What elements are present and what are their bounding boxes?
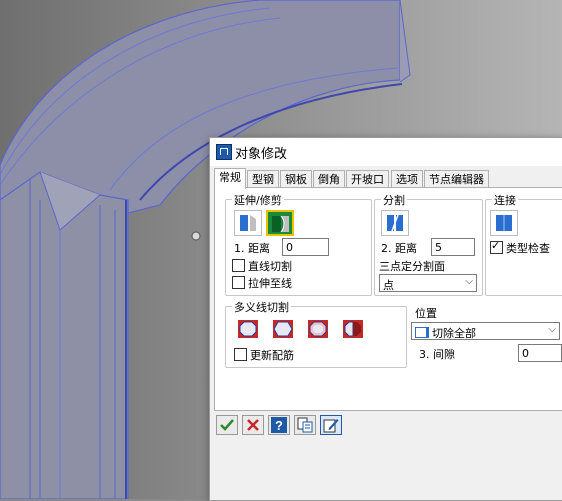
chevron-down-icon: ⌵ <box>465 276 473 287</box>
help-button[interactable]: ? <box>268 415 290 435</box>
copy-document-icon <box>297 417 313 433</box>
octagon-inner-cut-icon <box>308 320 328 338</box>
apply-button[interactable] <box>216 415 238 435</box>
connect-icon <box>496 215 512 231</box>
polyline-cut-tool-1[interactable] <box>234 316 262 342</box>
app-icon <box>216 144 232 160</box>
gap-input[interactable] <box>518 344 562 362</box>
tab-chamfer[interactable]: 倒角 <box>313 170 345 188</box>
svg-text:?: ? <box>275 418 283 433</box>
dialog-title: 对象修改 <box>235 147 288 162</box>
extend-trim-group: 延伸/修剪 1. 距离 直线切割 拉伸至 <box>225 192 372 296</box>
connect-group: 连接 类型检查 <box>485 192 562 296</box>
copy-properties-button[interactable] <box>294 415 316 435</box>
straight-cut-checkbox[interactable]: 直线切割 <box>232 258 292 274</box>
tab-options[interactable]: 选项 <box>391 170 423 188</box>
split-point-select[interactable]: 点 ⌵ <box>379 274 477 292</box>
extend-trim-label: 延伸/修剪 <box>232 192 284 208</box>
grip-handle[interactable] <box>191 231 201 241</box>
octagon-cut-icon <box>238 320 258 338</box>
column[interactable] <box>0 171 129 499</box>
tab-bevel[interactable]: 开坡口 <box>346 170 389 188</box>
position-label: 位置 <box>415 307 437 320</box>
type-check-checkbox-box[interactable] <box>490 239 503 254</box>
tab-profile-steel[interactable]: 型钢 <box>247 170 279 188</box>
update-rebar-checkbox[interactable]: 更新配筋 <box>234 347 294 363</box>
trim-tool-button[interactable] <box>266 210 294 236</box>
gap-label: 3. 间隙 <box>419 348 455 361</box>
position-select-text: 切除全部 <box>432 327 476 340</box>
trim-icon <box>272 215 289 233</box>
split-distance-input[interactable] <box>431 238 475 256</box>
polyline-cut-tool-2[interactable] <box>269 316 297 342</box>
split-group: 分割 2. 距离 三点定分割面 点 ⌵ <box>374 192 483 296</box>
connect-tool-button[interactable] <box>490 210 518 236</box>
update-rebar-checkbox-box[interactable] <box>234 348 247 361</box>
extend-tool-button[interactable] <box>234 210 262 236</box>
polyline-cut-group: 多义线切割 更新配筋 <box>225 299 407 368</box>
half-octagon-cut-icon <box>343 320 363 338</box>
split-label: 分割 <box>381 192 407 208</box>
polyline-cut-tool-4[interactable] <box>339 316 367 342</box>
connect-label: 连接 <box>492 192 518 208</box>
type-check-checkbox[interactable]: 类型检查 <box>490 239 550 256</box>
split-point-value: 点 <box>383 279 394 292</box>
general-tab-panel: 延伸/修剪 1. 距离 直线切割 拉伸至 <box>214 187 562 411</box>
distance-label-2: 2. 距离 <box>381 242 417 255</box>
extend-to-line-checkbox-box[interactable] <box>232 276 245 289</box>
polyline-cut-tool-3[interactable] <box>304 316 332 342</box>
help-icon: ? <box>271 417 287 433</box>
cut-all-icon <box>415 327 429 338</box>
chevron-down-icon: ⌵ <box>548 324 556 335</box>
dialog-titlebar[interactable]: 对象修改 <box>210 138 562 166</box>
tab-general[interactable]: 常规 <box>214 168 246 189</box>
trim-distance-input[interactable] <box>282 238 329 256</box>
hexagon-cut-icon <box>273 320 293 338</box>
checkmark-icon <box>220 419 234 431</box>
position-select-value: 切除全部 <box>415 325 476 341</box>
pencil-edit-icon <box>323 419 339 433</box>
object-modify-dialog: 对象修改 常规 型钢 钢板 倒角 开坡口 选项 节点编辑器 延伸/修剪 1. 距… <box>209 137 562 501</box>
edit-button[interactable] <box>320 415 342 435</box>
split-icon <box>387 214 403 232</box>
cancel-x-icon <box>247 419 259 431</box>
extend-to-line-label: 拉伸至线 <box>248 277 292 290</box>
straight-cut-checkbox-box[interactable] <box>232 259 245 272</box>
polyline-cut-label: 多义线切割 <box>232 299 291 315</box>
tab-steel-plate[interactable]: 钢板 <box>280 170 312 188</box>
cancel-button[interactable] <box>242 415 264 435</box>
extend-to-line-checkbox[interactable]: 拉伸至线 <box>232 275 292 291</box>
straight-cut-label: 直线切割 <box>248 260 292 273</box>
distance-label-1: 1. 距离 <box>234 242 270 255</box>
tab-node-editor[interactable]: 节点编辑器 <box>424 170 489 188</box>
split-tool-button[interactable] <box>381 210 409 236</box>
position-select[interactable]: 切除全部 ⌵ <box>411 322 560 340</box>
extend-icon <box>240 215 256 231</box>
type-check-label: 类型检查 <box>506 242 550 255</box>
three-point-split-label: 三点定分割面 <box>379 260 445 273</box>
update-rebar-label: 更新配筋 <box>250 349 294 362</box>
